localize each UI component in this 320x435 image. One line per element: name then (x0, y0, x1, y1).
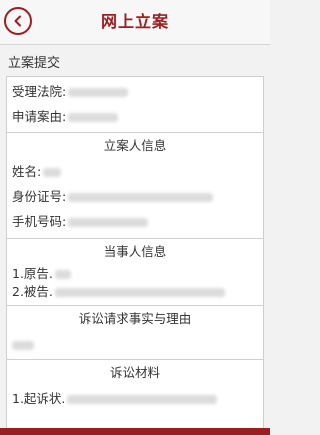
id-number-label: 身份证号: (12, 189, 67, 204)
section-label: 立案提交 (8, 56, 61, 71)
redacted-court (68, 88, 129, 97)
materials-block: 诉讼材料 1.起诉状. (7, 360, 263, 411)
claims-row (7, 332, 263, 357)
material-item-row[interactable]: 1.起诉状. (7, 386, 263, 411)
defendant-row: 2.被告. (7, 283, 263, 301)
redacted-material-item (67, 395, 218, 404)
claims-block: 诉讼请求事实与理由 (7, 306, 263, 360)
material-item-label: 1.起诉状. (12, 391, 66, 406)
redacted-id-number (68, 193, 214, 202)
case-info-block: 受理法院: 申请案由: (7, 77, 263, 133)
case-form-card: 受理法院: 申请案由: 立案人信息 姓名: 身份证号: 手机号码: 当事人信息 … (6, 76, 264, 431)
redacted-name (43, 168, 62, 177)
plaintiff-label: 1.原告. (12, 266, 53, 281)
filer-info-title: 立案人信息 (103, 138, 167, 153)
bottom-bar (0, 428, 270, 435)
plaintiff-row: 1.原告. (7, 265, 263, 283)
id-number-row: 身份证号: (7, 184, 263, 209)
redacted-phone (68, 218, 149, 227)
cause-row: 申请案由: (7, 104, 263, 129)
redacted-defendant (54, 288, 225, 297)
name-label: 姓名: (12, 164, 42, 179)
materials-title: 诉讼材料 (109, 365, 160, 380)
filer-info-block: 立案人信息 姓名: 身份证号: 手机号码: (7, 133, 263, 239)
phone-label: 手机号码: (12, 214, 67, 229)
page-title: 网上立案 (100, 12, 169, 31)
court-label: 受理法院: (12, 84, 67, 99)
redacted-plaintiff (54, 270, 71, 279)
defendant-label: 2.被告. (12, 284, 53, 299)
name-row: 姓名: (7, 159, 263, 184)
phone-row: 手机号码: (7, 209, 263, 234)
claims-title: 诉讼请求事实与理由 (78, 311, 192, 326)
redacted-cause (68, 113, 119, 122)
parties-title: 当事人信息 (103, 244, 167, 259)
redacted-claims (12, 341, 34, 350)
parties-block: 当事人信息 1.原告. 2.被告. (7, 239, 263, 306)
cause-label: 申请案由: (12, 109, 67, 124)
court-row: 受理法院: (7, 79, 263, 104)
top-bar: 网上立案 (0, 0, 270, 45)
